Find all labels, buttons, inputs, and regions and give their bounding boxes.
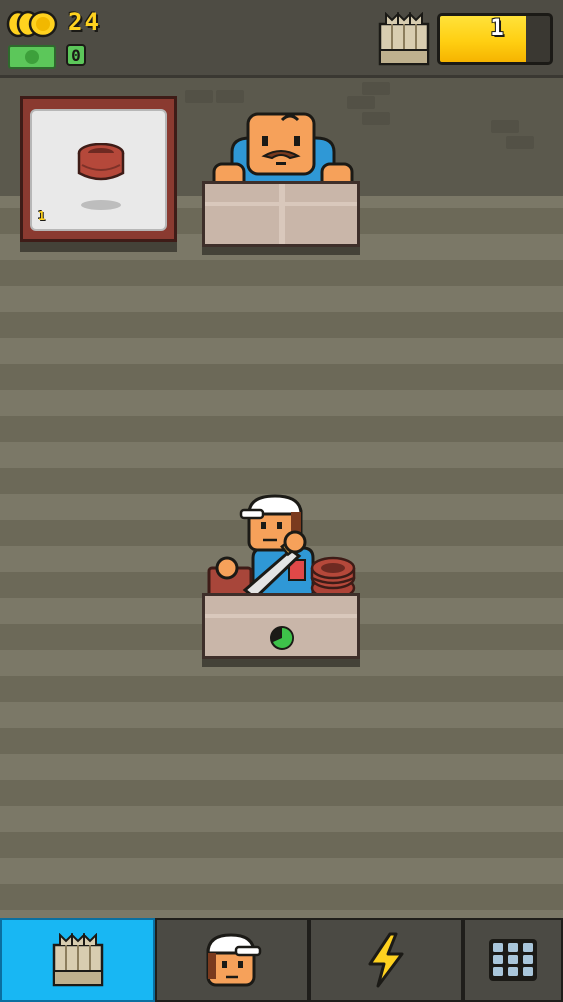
bottom-navigation <box>0 918 563 1002</box>
display-stock-count: 1 <box>38 209 46 223</box>
clay-pot-icon <box>77 143 125 210</box>
tab-menu[interactable] <box>463 918 563 1002</box>
level-progress-bar[interactable]: 1 <box>437 13 553 65</box>
product-display-case[interactable]: 1 <box>20 96 177 242</box>
lightning-icon <box>368 932 404 988</box>
grid-icon <box>489 939 537 981</box>
shopkeeper-counter <box>202 181 360 247</box>
worker-icon <box>206 933 262 987</box>
counter-shadow <box>202 247 360 255</box>
banknote-icon <box>8 45 56 69</box>
worker-character[interactable] <box>205 494 359 606</box>
desk-shadow <box>202 659 360 667</box>
shopkeeper-character[interactable] <box>210 108 356 192</box>
tab-crates[interactable] <box>0 918 155 1002</box>
tab-boosts[interactable] <box>309 918 463 1002</box>
tab-workers[interactable] <box>155 918 309 1002</box>
product-display-panel: 1 <box>30 109 167 231</box>
crate-icon <box>52 933 103 987</box>
coin-stack-icon <box>6 10 58 38</box>
coin-count: 24 <box>68 8 101 36</box>
cash-count: 0 <box>66 44 86 66</box>
display-shadow <box>20 242 177 252</box>
top-hud: 24 0 1 <box>0 0 563 78</box>
work-timer-icon <box>270 626 294 650</box>
level-number: 1 <box>490 16 504 41</box>
worker-desk <box>202 593 360 659</box>
crate-icon <box>378 12 430 66</box>
